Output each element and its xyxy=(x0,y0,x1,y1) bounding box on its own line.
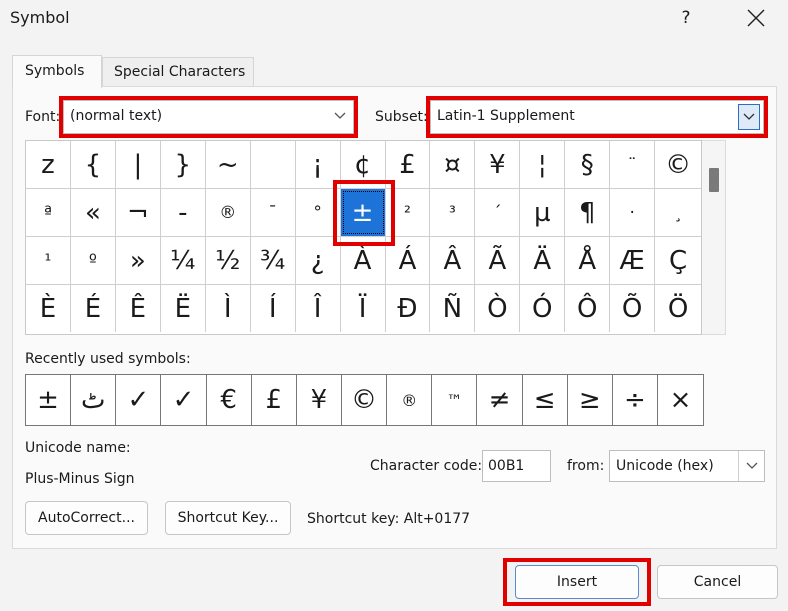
tab-special-characters[interactable]: Special Characters xyxy=(102,57,254,87)
recent-symbols-label: Recently used symbols: xyxy=(25,351,191,367)
chevron-down-icon xyxy=(738,451,764,481)
close-icon xyxy=(747,9,765,27)
recent-symbol-cell[interactable]: ≠ xyxy=(477,375,523,425)
autocorrect-button[interactable]: AutoCorrect... xyxy=(25,501,148,535)
symbol-cell[interactable]: Ã xyxy=(475,237,521,284)
symbol-cell[interactable]: É xyxy=(71,285,116,332)
symbol-cell[interactable]: ¬ xyxy=(116,189,161,236)
symbol-cell[interactable]: { xyxy=(71,141,116,188)
symbol-cell[interactable]: | xyxy=(116,141,161,188)
symbol-cell[interactable]: ª xyxy=(26,189,71,236)
from-label: from: xyxy=(567,458,605,474)
recent-symbol-cell[interactable]: ≤ xyxy=(523,375,568,425)
symbol-cell[interactable]: Í xyxy=(251,285,296,332)
symbol-grid-row: ÈÉÊËÌÍÎÏÐÑÒÓÔÕÖ xyxy=(26,285,701,332)
recent-symbol-cell[interactable]: ✓ xyxy=(116,375,162,425)
recent-symbol-cell[interactable]: £ xyxy=(252,375,297,425)
symbol-cell[interactable]: Â xyxy=(430,237,476,284)
symbol-cell[interactable]: ¨ xyxy=(610,141,656,188)
symbol-cell[interactable]: Ê xyxy=(116,285,161,332)
selected-symbol-highlight-box xyxy=(333,180,395,246)
symbol-cell[interactable]: © xyxy=(655,141,701,188)
symbol-cell[interactable]: Æ xyxy=(610,237,656,284)
symbol-cell[interactable]: » xyxy=(116,237,161,284)
subset-dropdown-value: Latin-1 Supplement xyxy=(437,108,575,124)
recent-symbol-cell[interactable]: ± xyxy=(26,375,72,425)
symbol-cell[interactable]: } xyxy=(161,141,206,188)
symbol-cell[interactable]: Ç xyxy=(655,237,701,284)
unicode-name-label: Unicode name: xyxy=(25,440,131,456)
symbol-cell[interactable]: ¦ xyxy=(520,141,566,188)
symbol-cell[interactable]: È xyxy=(26,285,71,332)
symbol-cell[interactable]: Ö xyxy=(655,285,701,332)
symbol-cell[interactable]: ³ xyxy=(430,189,476,236)
symbol-cell[interactable]: Ë xyxy=(161,285,206,332)
symbol-cell[interactable]: ¼ xyxy=(161,237,206,284)
symbol-cell[interactable]: - xyxy=(161,189,206,236)
recent-symbol-cell[interactable]: ≥ xyxy=(568,375,613,425)
font-dropdown[interactable]: (normal text) xyxy=(63,100,354,134)
recent-symbol-cell[interactable]: ¥ xyxy=(297,375,342,425)
close-button[interactable] xyxy=(734,4,778,32)
scrollbar-thumb[interactable] xyxy=(709,168,719,192)
symbol-cell[interactable]: Å xyxy=(565,237,611,284)
recent-symbol-cell[interactable]: ® xyxy=(387,375,433,425)
symbol-cell[interactable]: ¾ xyxy=(251,237,296,284)
symbol-cell[interactable] xyxy=(251,141,296,188)
symbol-cell[interactable]: Ñ xyxy=(430,285,476,332)
recent-symbol-cell[interactable]: ÷ xyxy=(613,375,658,425)
subset-label: Subset: xyxy=(375,109,428,125)
subset-dropdown[interactable]: Latin-1 Supplement xyxy=(430,100,764,134)
symbol-cell[interactable]: Ä xyxy=(520,237,566,284)
shortcut-key-button[interactable]: Shortcut Key... xyxy=(165,501,291,535)
symbol-cell[interactable]: Ð xyxy=(386,285,431,332)
symbol-cell[interactable]: § xyxy=(565,141,611,188)
from-dropdown-value: Unicode (hex) xyxy=(616,458,714,474)
symbol-cell[interactable]: ½ xyxy=(206,237,251,284)
symbol-cell[interactable]: Ï xyxy=(341,285,386,332)
symbol-cell[interactable]: Î xyxy=(296,285,341,332)
symbol-cell[interactable]: · xyxy=(610,189,656,236)
character-code-label: Character code: xyxy=(370,458,483,474)
symbol-cell[interactable]: Ò xyxy=(475,285,521,332)
symbol-cell[interactable]: ¹ xyxy=(26,237,71,284)
symbol-cell[interactable]: ¤ xyxy=(430,141,476,188)
font-dropdown-value: (normal text) xyxy=(70,108,163,124)
dialog-title: Symbol xyxy=(10,8,70,27)
symbol-cell[interactable]: ¥ xyxy=(475,141,521,188)
insert-button[interactable]: Insert xyxy=(515,565,639,599)
symbol-cell[interactable]: Õ xyxy=(610,285,656,332)
symbol-cell[interactable]: Ô xyxy=(565,285,611,332)
symbol-cell[interactable]: º xyxy=(71,237,116,284)
chevron-down-icon xyxy=(327,101,353,131)
symbol-cell[interactable]: ¸ xyxy=(655,189,701,236)
tab-symbols[interactable]: Symbols xyxy=(12,55,102,88)
from-dropdown[interactable]: Unicode (hex) xyxy=(609,450,765,482)
symbol-cell[interactable]: ¶ xyxy=(565,189,611,236)
symbol-cell[interactable]: z xyxy=(26,141,71,188)
recent-symbol-cell[interactable]: × xyxy=(658,375,703,425)
cancel-button[interactable]: Cancel xyxy=(657,565,778,599)
recent-symbol-cell[interactable]: ™ xyxy=(432,375,478,425)
recent-symbol-cell[interactable]: © xyxy=(342,375,388,425)
symbol-cell[interactable]: ¯ xyxy=(251,189,296,236)
chevron-down-icon xyxy=(738,104,760,130)
shortcut-key-text: Shortcut key: Alt+0177 xyxy=(307,511,471,527)
font-label: Font: xyxy=(25,109,61,125)
symbol-cell[interactable]: Ì xyxy=(206,285,251,332)
symbol-cell[interactable]: µ xyxy=(520,189,566,236)
symbol-cell[interactable]: ´ xyxy=(475,189,521,236)
recent-symbol-cell[interactable]: € xyxy=(207,375,252,425)
symbol-cell[interactable]: ® xyxy=(206,189,251,236)
unicode-name-value: Plus-Minus Sign xyxy=(25,471,135,487)
symbol-cell[interactable]: ~ xyxy=(206,141,251,188)
recent-symbol-cell[interactable]: ٹ xyxy=(71,375,117,425)
help-button[interactable]: ? xyxy=(666,4,706,32)
character-code-input[interactable]: 00B1 xyxy=(482,450,551,482)
symbol-cell[interactable]: « xyxy=(71,189,116,236)
recent-symbol-cell[interactable]: ✓ xyxy=(161,375,207,425)
recent-symbols-list: ± ٹ ✓ ✓ € £ ¥ © ® ™ ≠ ≤ ≥ ÷ × xyxy=(25,374,704,426)
symbol-cell[interactable]: Ó xyxy=(520,285,566,332)
